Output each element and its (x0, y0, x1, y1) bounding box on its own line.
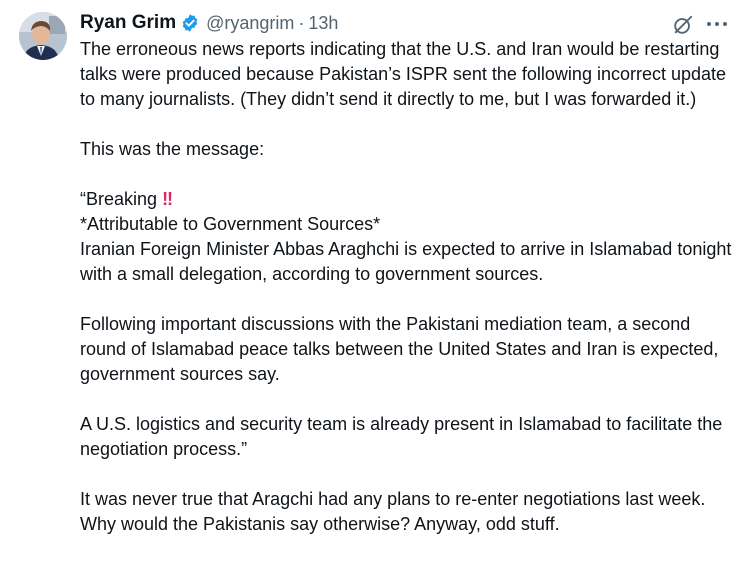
tweet-text: The erroneous news reports indicating th… (80, 37, 740, 537)
avatar[interactable] (19, 12, 67, 60)
quote-paragraph-2: Following important discussions with the… (80, 314, 719, 384)
quote-paragraph-1: Iranian Foreign Minister Abbas Araghchi … (80, 239, 732, 284)
tweet-timestamp[interactable]: 13h (308, 13, 338, 34)
double-exclamation-icon: ‼ (162, 189, 173, 209)
tweet-header: Ryan Grim @ryangrim · 13h (80, 10, 338, 36)
separator-dot: · (298, 12, 305, 33)
quote-breaking: “Breaking (80, 189, 158, 209)
grok-icon[interactable] (672, 14, 694, 36)
verified-badge-icon (180, 13, 200, 33)
tweet-closing: It was never true that Aragchi had any p… (80, 489, 706, 534)
profile-photo-icon (19, 12, 67, 60)
tweet-intro: The erroneous news reports indicating th… (80, 39, 727, 109)
author-name[interactable]: Ryan Grim (80, 12, 176, 34)
tweet-lead-in: This was the message: (80, 139, 265, 159)
tweet[interactable]: Ryan Grim @ryangrim · 13h The erroneous … (0, 0, 750, 565)
quote-heading: “Breaking ‼ (80, 187, 740, 212)
author-handle[interactable]: @ryangrim (206, 13, 294, 34)
quote-attribution: *Attributable to Government Sources* (80, 214, 381, 234)
more-options-icon[interactable] (704, 12, 730, 36)
quote-paragraph-3: A U.S. logistics and security team is al… (80, 414, 723, 459)
